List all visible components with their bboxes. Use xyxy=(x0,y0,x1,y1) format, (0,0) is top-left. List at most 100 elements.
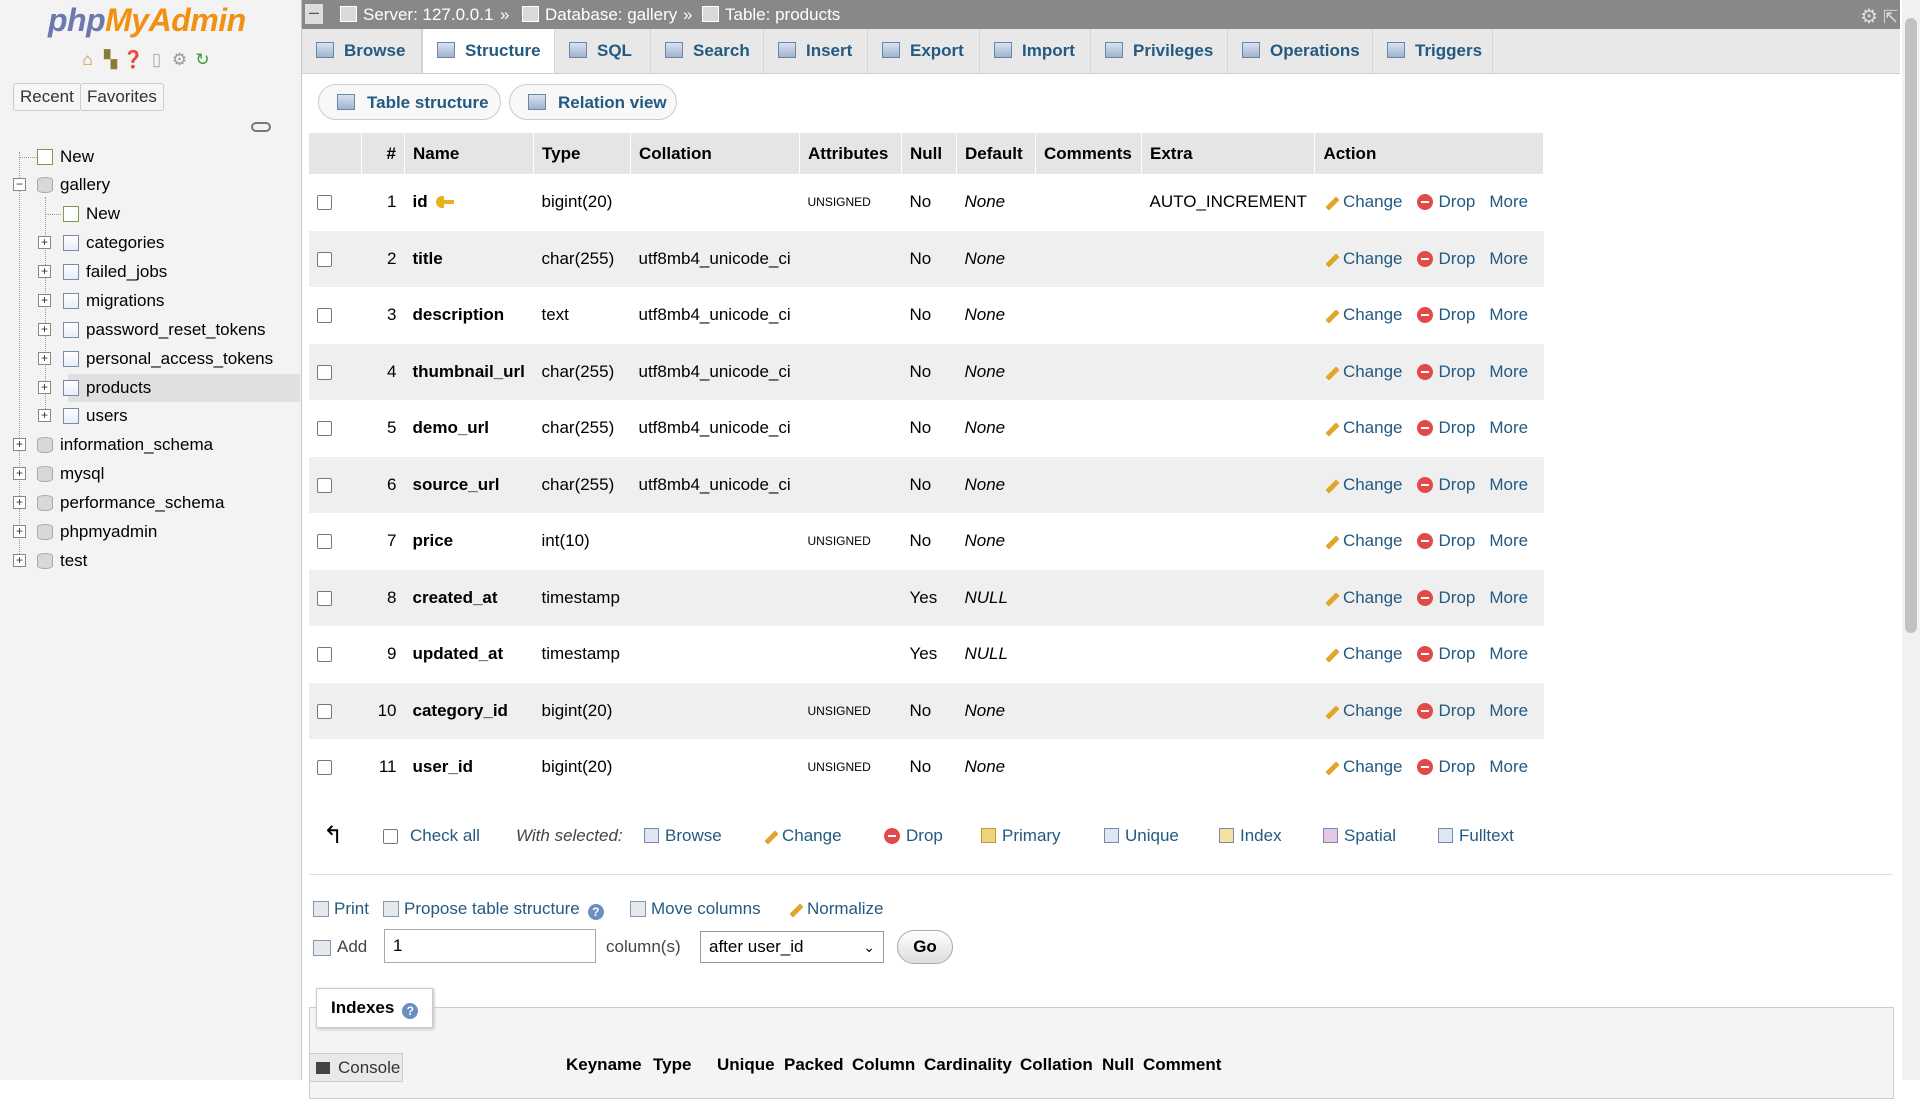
check-all-label[interactable]: Check all xyxy=(410,826,480,845)
subtab-relation-view[interactable]: Relation view xyxy=(509,84,677,120)
more-button[interactable]: More xyxy=(1489,418,1528,437)
help-icon[interactable]: ? xyxy=(587,904,604,920)
link-with-main-panel-icon[interactable] xyxy=(251,122,271,132)
settings-gear-icon[interactable]: ⚙ xyxy=(1860,3,1878,32)
expand-icon[interactable]: + xyxy=(13,467,26,480)
favorites-tab[interactable]: Favorites xyxy=(80,83,164,111)
drop-button[interactable]: Drop xyxy=(1416,475,1475,494)
more-button[interactable]: More xyxy=(1489,192,1528,211)
bulk-browse-button[interactable]: Browse xyxy=(644,816,722,856)
change-button[interactable]: Change xyxy=(1323,362,1403,381)
check-all-checkbox[interactable] xyxy=(383,829,398,845)
tree-item-table-selected[interactable]: products xyxy=(68,374,300,402)
breadcrumb-database[interactable]: Database: gallery xyxy=(522,0,677,29)
expand-icon[interactable]: + xyxy=(38,265,51,278)
bulk-fulltext-button[interactable]: Fulltext xyxy=(1438,816,1514,856)
add-columns-count-input[interactable] xyxy=(384,929,596,963)
row-checkbox[interactable] xyxy=(317,308,332,324)
tree-item-table[interactable]: + password_reset_tokens xyxy=(0,316,300,344)
drop-button[interactable]: Drop xyxy=(1416,531,1475,550)
tab-import[interactable]: Import xyxy=(980,29,1091,73)
drop-button[interactable]: Drop xyxy=(1416,418,1475,437)
propose-structure-link[interactable]: Propose table structure? xyxy=(383,895,604,923)
move-columns-link[interactable]: Move columns xyxy=(630,895,761,923)
more-button[interactable]: More xyxy=(1489,249,1528,268)
row-checkbox[interactable] xyxy=(317,364,332,380)
more-button[interactable]: More xyxy=(1489,531,1528,550)
change-button[interactable]: Change xyxy=(1323,644,1403,663)
go-button[interactable]: Go xyxy=(897,930,953,964)
expand-icon[interactable]: + xyxy=(38,294,51,307)
tree-item-table[interactable]: + categories xyxy=(0,229,300,257)
normalize-link[interactable]: Normalize xyxy=(787,895,884,923)
collapse-icon[interactable]: − xyxy=(13,178,26,191)
header-name[interactable]: Name xyxy=(404,133,534,174)
tree-item-table[interactable]: + personal_access_tokens xyxy=(0,345,300,373)
more-button[interactable]: More xyxy=(1489,701,1528,720)
row-checkbox[interactable] xyxy=(317,251,332,267)
expand-icon[interactable]: + xyxy=(38,352,51,365)
tree-item-gallery[interactable]: − gallery xyxy=(0,171,300,199)
tree-item-table[interactable]: + migrations xyxy=(0,287,300,315)
drop-button[interactable]: Drop xyxy=(1416,588,1475,607)
collapse-top-icon[interactable]: ⇱ xyxy=(1883,3,1898,32)
expand-icon[interactable]: + xyxy=(38,409,51,422)
expand-icon[interactable]: + xyxy=(38,381,51,394)
header-extra[interactable]: Extra xyxy=(1141,133,1316,174)
tree-item-gallery-new[interactable]: New xyxy=(0,200,300,228)
tree-item-database[interactable]: + test xyxy=(0,547,300,575)
console-toggle[interactable]: Console xyxy=(309,1053,403,1082)
tree-item-new[interactable]: New xyxy=(0,143,300,171)
recent-tab[interactable]: Recent xyxy=(13,83,81,111)
tree-item-database[interactable]: + performance_schema xyxy=(0,489,300,517)
header-type[interactable]: Type xyxy=(533,133,631,174)
change-button[interactable]: Change xyxy=(1323,192,1403,211)
tree-item-database[interactable]: + information_schema xyxy=(0,431,300,459)
check-all[interactable]: Check all xyxy=(383,816,480,856)
header-comments[interactable]: Comments xyxy=(1035,133,1142,174)
change-button[interactable]: Change xyxy=(1323,418,1403,437)
change-button[interactable]: Change xyxy=(1323,588,1403,607)
tree-item-database[interactable]: + mysql xyxy=(0,460,300,488)
expand-icon[interactable]: + xyxy=(13,496,26,509)
change-button[interactable]: Change xyxy=(1323,757,1403,776)
drop-button[interactable]: Drop xyxy=(1416,362,1475,381)
expand-icon[interactable]: + xyxy=(38,323,51,336)
bulk-spatial-button[interactable]: Spatial xyxy=(1323,816,1396,856)
indexes-legend[interactable]: Indexes? xyxy=(316,988,434,1028)
header-collation[interactable]: Collation xyxy=(630,133,800,174)
tree-item-table[interactable]: + failed_jobs xyxy=(0,258,300,286)
header-null[interactable]: Null xyxy=(901,133,957,174)
change-button[interactable]: Change xyxy=(1323,531,1403,550)
breadcrumb-table[interactable]: Table: products xyxy=(702,0,840,29)
tab-privileges[interactable]: Privileges xyxy=(1091,29,1228,73)
expand-icon[interactable]: + xyxy=(13,554,26,567)
row-checkbox[interactable] xyxy=(317,421,332,437)
drop-button[interactable]: Drop xyxy=(1416,192,1475,211)
row-checkbox[interactable] xyxy=(317,195,332,211)
drop-button[interactable]: Drop xyxy=(1416,305,1475,324)
more-button[interactable]: More xyxy=(1489,362,1528,381)
help-icon[interactable]: ? xyxy=(402,1003,419,1019)
exit-icon[interactable]: ▚ xyxy=(101,50,120,69)
phpmyadmin-logo[interactable]: phpMyAdmin xyxy=(48,2,246,39)
breadcrumb-server[interactable]: Server: 127.0.0.1 xyxy=(340,0,493,29)
drop-button[interactable]: Drop xyxy=(1416,757,1475,776)
change-button[interactable]: Change xyxy=(1323,305,1403,324)
row-checkbox[interactable] xyxy=(317,703,332,719)
drop-button[interactable]: Drop xyxy=(1416,249,1475,268)
more-button[interactable]: More xyxy=(1489,305,1528,324)
tab-insert[interactable]: Insert xyxy=(764,29,868,73)
print-link[interactable]: Print xyxy=(313,895,369,923)
change-button[interactable]: Change xyxy=(1323,701,1403,720)
tab-structure[interactable]: Structure xyxy=(422,29,555,73)
header-default[interactable]: Default xyxy=(956,133,1036,174)
more-button[interactable]: More xyxy=(1489,757,1528,776)
row-checkbox[interactable] xyxy=(317,590,332,606)
bulk-drop-button[interactable]: Drop xyxy=(884,816,943,856)
bulk-index-button[interactable]: Index xyxy=(1219,816,1282,856)
more-button[interactable]: More xyxy=(1489,588,1528,607)
home-icon[interactable]: ⌂ xyxy=(78,50,97,69)
tab-browse[interactable]: Browse xyxy=(302,29,422,73)
more-button[interactable]: More xyxy=(1489,644,1528,663)
